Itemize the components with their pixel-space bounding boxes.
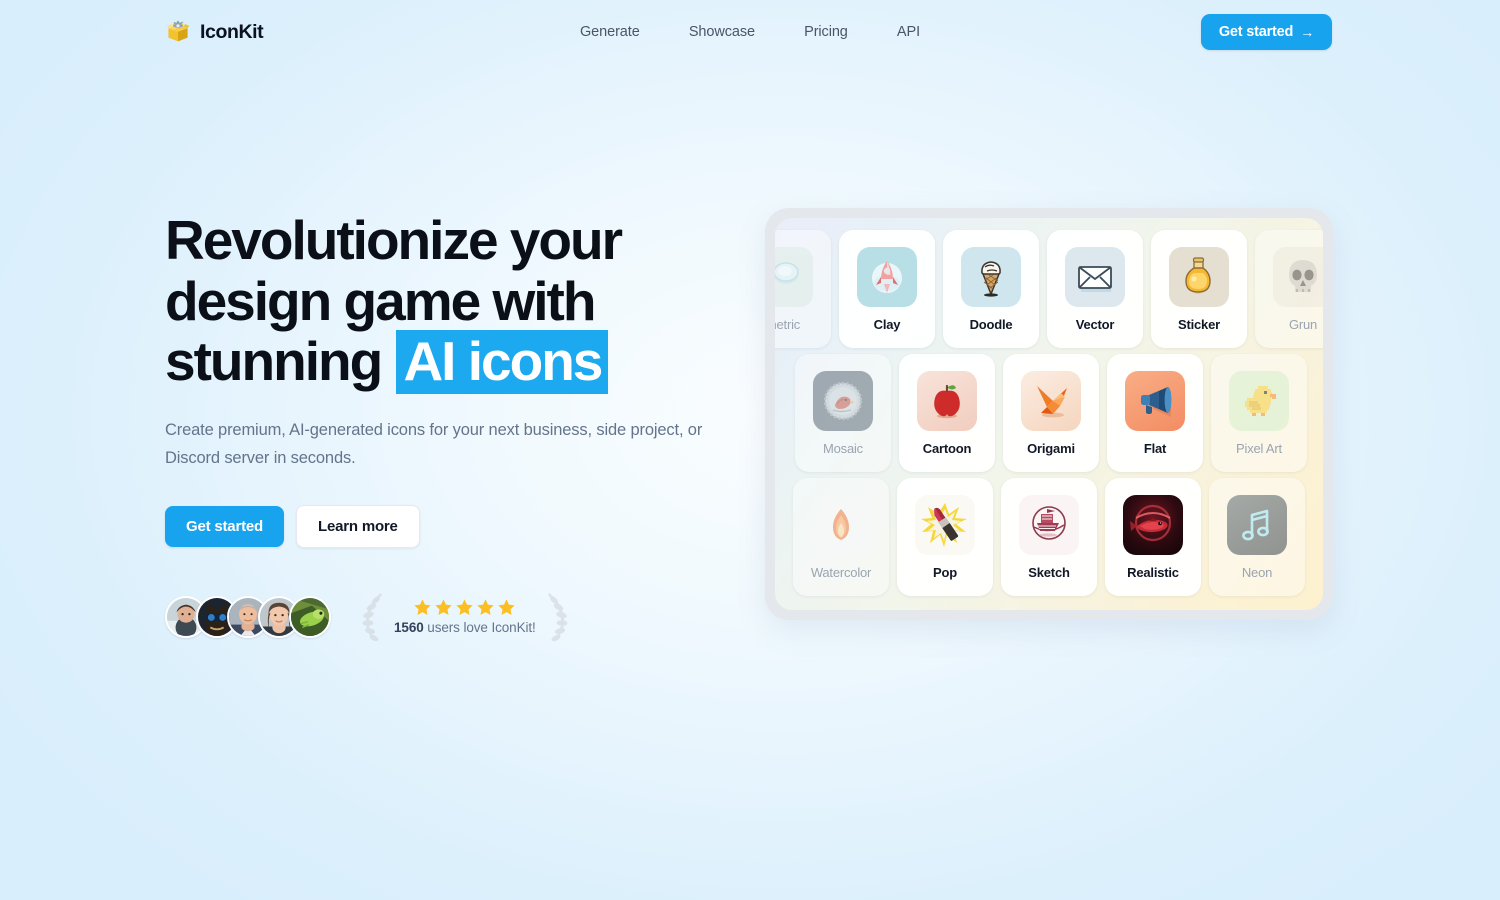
style-card-cartoon[interactable]: Cartoon bbox=[899, 354, 995, 472]
style-card-clay[interactable]: Clay bbox=[839, 230, 935, 348]
style-card-sticker[interactable]: Sticker bbox=[1151, 230, 1247, 348]
laurel-left-icon bbox=[362, 592, 382, 641]
nav-item-generate[interactable]: Generate bbox=[580, 24, 640, 40]
avatar-stack bbox=[165, 595, 331, 638]
style-card-label: Vector bbox=[1075, 316, 1115, 332]
nav-item-showcase[interactable]: Showcase bbox=[689, 24, 755, 40]
magnifier-icon bbox=[775, 246, 813, 307]
style-card-isometric[interactable]: metric bbox=[775, 230, 831, 348]
rocket-icon bbox=[857, 246, 917, 307]
star-icon bbox=[456, 599, 473, 615]
arrow-right-icon: → bbox=[1300, 24, 1314, 40]
style-showcase-inner: metric bbox=[775, 218, 1323, 610]
gear-in-box-icon bbox=[166, 20, 190, 42]
style-card-label: Sketch bbox=[1028, 564, 1070, 580]
fish-icon bbox=[1123, 494, 1183, 555]
star-rating bbox=[413, 598, 516, 617]
style-card-label: Mosaic bbox=[823, 440, 863, 456]
style-card-grunge[interactable]: Grun bbox=[1255, 230, 1323, 348]
apple-icon bbox=[917, 370, 977, 431]
avatar bbox=[289, 595, 331, 638]
style-card-pixel-art[interactable]: Pixel Art bbox=[1211, 354, 1307, 472]
avatar-photo-5 bbox=[291, 597, 329, 636]
headline-highlight-text: AI icons bbox=[396, 330, 609, 394]
style-card-doodle[interactable]: Doodle bbox=[943, 230, 1039, 348]
paper-crane-icon bbox=[1021, 370, 1081, 431]
style-card-pop[interactable]: Pop bbox=[897, 478, 993, 596]
hero-learn-more-button[interactable]: Learn more bbox=[296, 504, 420, 548]
style-card-label: Realistic bbox=[1127, 564, 1179, 580]
hero-subheading: Create premium, AI-generated icons for y… bbox=[165, 420, 703, 467]
boat-icon bbox=[1019, 494, 1079, 555]
style-card-mosaic[interactable]: Mosaic bbox=[795, 354, 891, 472]
laurel-right-icon bbox=[547, 592, 568, 641]
hero-section: Revolutionize your design game with stun… bbox=[165, 210, 725, 644]
style-grid: metric bbox=[775, 230, 1323, 602]
rating-caption: 1560 users love IconKit! bbox=[394, 620, 536, 635]
ice-cream-icon bbox=[961, 246, 1021, 307]
style-card-label: Watercolor bbox=[810, 564, 872, 580]
rating-block: 1560 users love IconKit! bbox=[357, 590, 573, 644]
user-count: 1560 bbox=[394, 620, 424, 635]
star-icon bbox=[477, 599, 494, 615]
skull-icon bbox=[1273, 246, 1323, 307]
hero-cta-row: Get started Learn more bbox=[165, 504, 725, 548]
style-card-realistic[interactable]: Realistic bbox=[1105, 478, 1201, 596]
style-card-vector[interactable]: Vector bbox=[1047, 230, 1143, 348]
style-card-label: Pop bbox=[933, 564, 957, 580]
hero-get-started-button[interactable]: Get started bbox=[165, 505, 284, 547]
flame-icon bbox=[811, 494, 871, 555]
style-showcase-panel: metric bbox=[765, 208, 1333, 620]
style-card-label: Cartoon bbox=[922, 440, 972, 456]
site-header: IconKit Generate Showcase Pricing API Ge… bbox=[0, 0, 1500, 64]
rating-center: 1560 users love IconKit! bbox=[394, 598, 536, 635]
style-card-label: metric bbox=[775, 316, 801, 332]
style-card-label: Pixel Art bbox=[1236, 440, 1282, 456]
nav-item-pricing[interactable]: Pricing bbox=[804, 24, 848, 40]
star-icon bbox=[498, 599, 515, 615]
megaphone-icon bbox=[1125, 370, 1185, 431]
brand-name: IconKit bbox=[200, 20, 264, 43]
style-grid-row: Mosaic Cartoon Origami Flat Pixel Art bbox=[795, 354, 1323, 472]
header-cta-label: Get started bbox=[1218, 24, 1294, 40]
style-card-label: Neon bbox=[1241, 564, 1273, 580]
main-nav: Generate Showcase Pricing API bbox=[580, 24, 920, 40]
juice-bottle-icon bbox=[1169, 246, 1229, 307]
style-card-sketch[interactable]: Sketch bbox=[1001, 478, 1097, 596]
style-card-neon[interactable]: Neon bbox=[1209, 478, 1305, 596]
style-card-label: Sticker bbox=[1178, 316, 1220, 332]
page-title: Revolutionize your design game with stun… bbox=[165, 210, 685, 394]
nav-item-api[interactable]: API bbox=[897, 24, 920, 40]
star-icon bbox=[435, 599, 452, 615]
star-icon bbox=[414, 599, 431, 615]
style-card-label: Clay bbox=[873, 316, 901, 332]
style-card-label: Flat bbox=[1143, 440, 1167, 456]
mosaic-bird-icon bbox=[813, 370, 873, 431]
rating-caption-suffix: users love IconKit! bbox=[423, 620, 536, 635]
style-card-origami[interactable]: Origami bbox=[1003, 354, 1099, 472]
style-grid-row: Watercolor Pop Sketch Realistic Neon bbox=[793, 478, 1323, 596]
style-card-label: Doodle bbox=[969, 316, 1013, 332]
lipstick-icon bbox=[915, 494, 975, 555]
style-card-label: Grun bbox=[1288, 316, 1318, 332]
brand-logo[interactable]: IconKit bbox=[165, 19, 264, 45]
music-note-icon bbox=[1227, 494, 1287, 555]
social-proof: 1560 users love IconKit! bbox=[165, 590, 725, 644]
duck-icon bbox=[1229, 370, 1289, 431]
style-card-flat[interactable]: Flat bbox=[1107, 354, 1203, 472]
style-card-watercolor[interactable]: Watercolor bbox=[793, 478, 889, 596]
style-card-label: Origami bbox=[1027, 440, 1075, 456]
envelope-icon bbox=[1065, 246, 1125, 307]
style-grid-row: metric bbox=[775, 230, 1323, 348]
header-get-started-button[interactable]: Get started → bbox=[1200, 14, 1332, 50]
